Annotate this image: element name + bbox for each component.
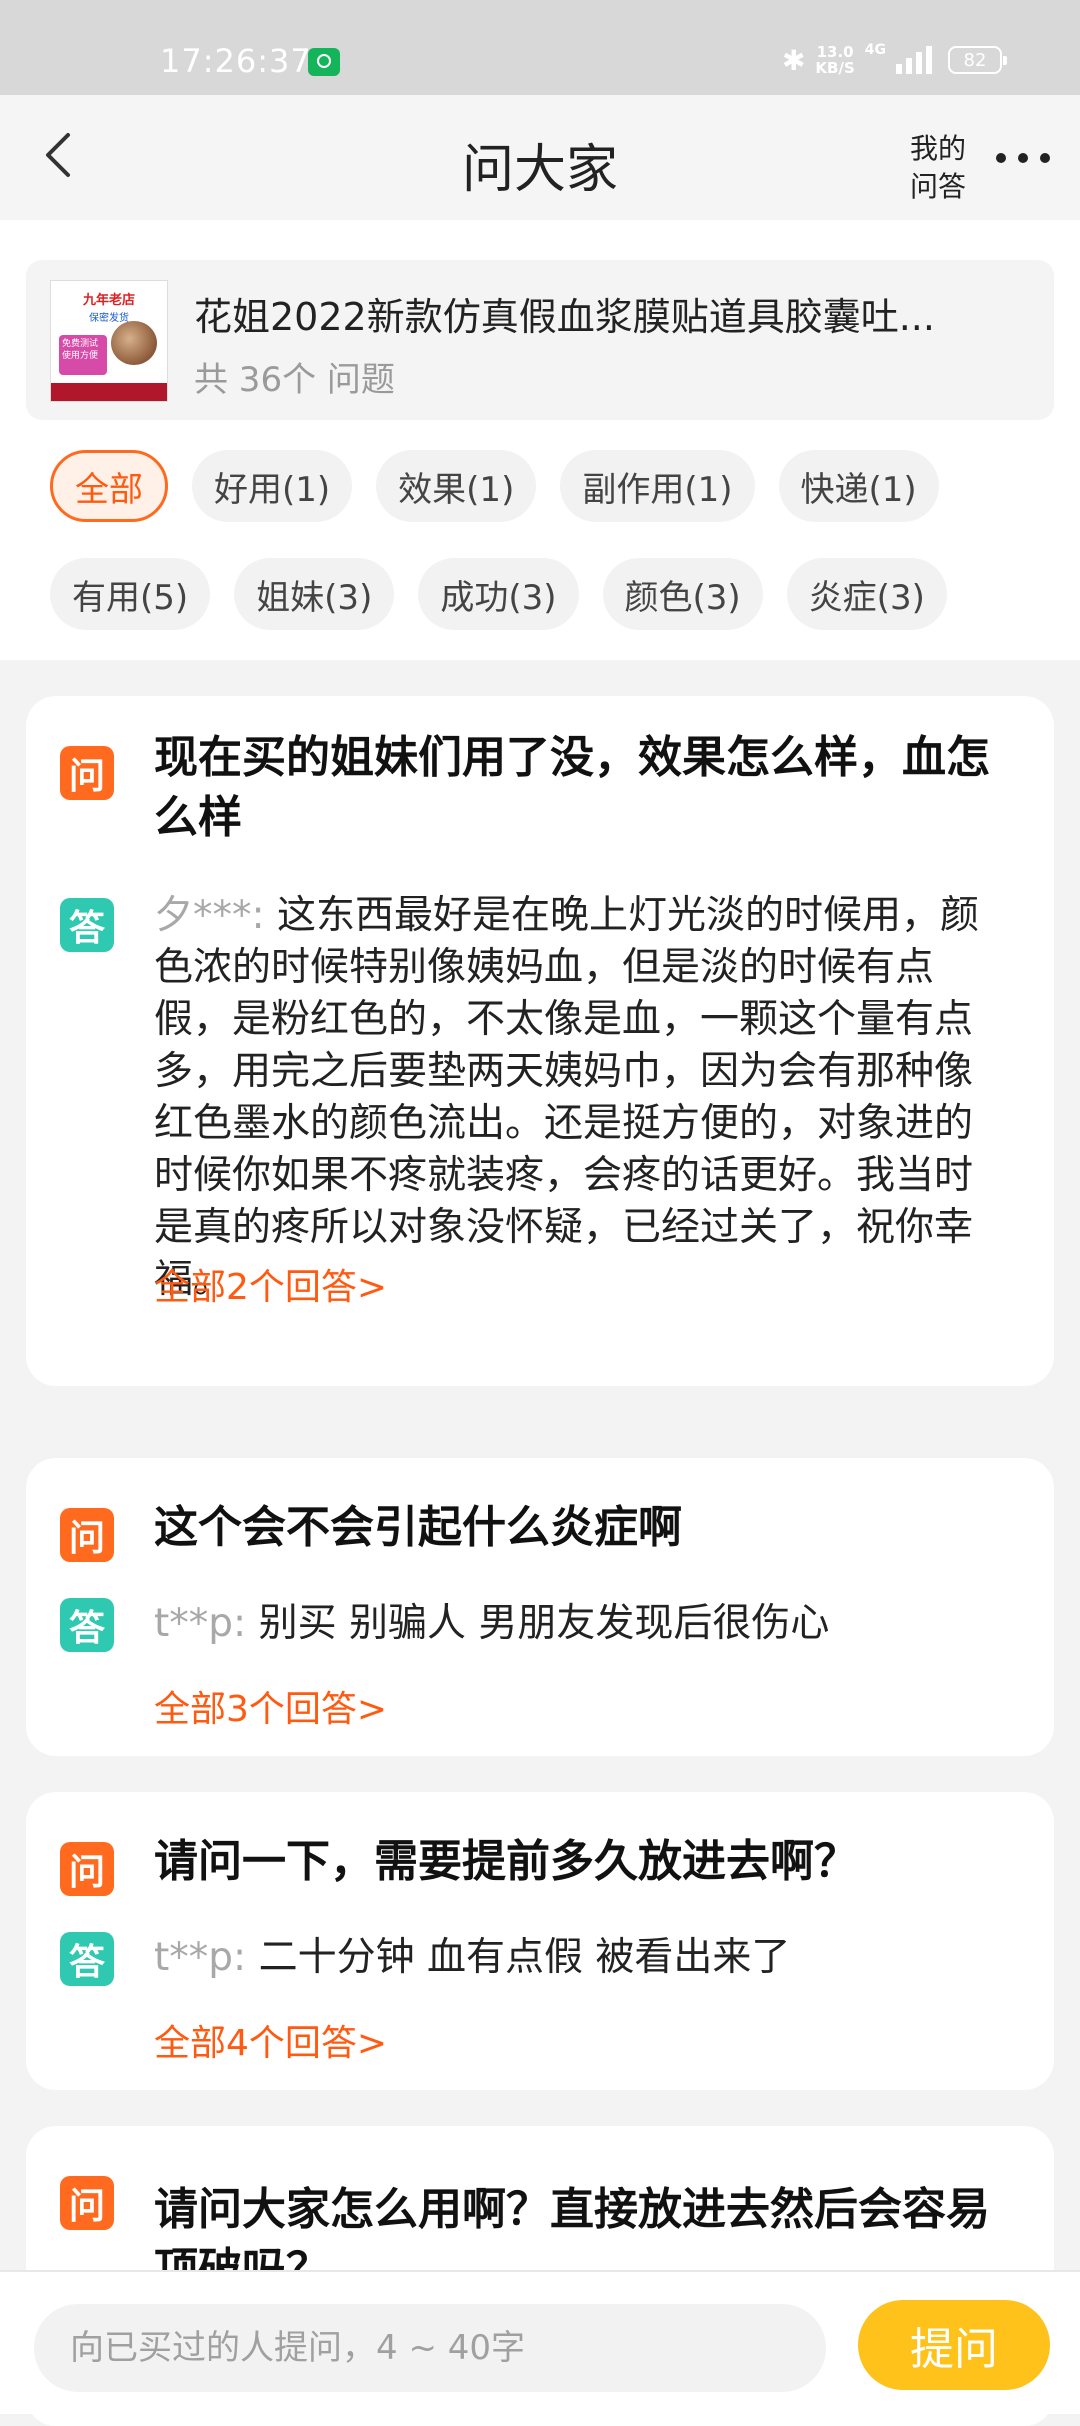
answer-icon: 答 (60, 1598, 114, 1652)
answer-icon: 答 (60, 898, 114, 952)
answer-content: 二十分钟 血有点假 被看出来了 (258, 1935, 791, 1980)
tag-row-1: 全部 好用(1) 效果(1) 副作用(1) 快递(1) (50, 450, 939, 522)
answer-user: t**p: (154, 1601, 247, 1646)
question-text: 请问一下，需要提前多久放进去啊？ (154, 1836, 858, 1887)
network-speed: 13.0 KB/S (815, 44, 854, 76)
answer-text: t**p: 别买 别骗人 男朋友发现后很伤心 (154, 1598, 1008, 1650)
more-options-icon[interactable] (996, 153, 1050, 163)
tag-row-2: 有用(5) 姐妹(3) 成功(3) 颜色(3) 炎症(3) (50, 558, 947, 630)
network-speed-value: 13.0 (816, 43, 854, 61)
product-card[interactable]: 九年老店 保密发货 免费测试 使用方便 花姐2022新款仿真假血浆膜贴道具胶囊吐… (26, 260, 1054, 420)
question-count: 共 36个 问题 (194, 360, 395, 400)
thumb-shop-label: 九年老店 (82, 293, 135, 308)
answer-icon: 答 (60, 1932, 114, 1986)
network-speed-unit: KB/S (815, 59, 855, 77)
tag-effect[interactable]: 效果(1) (376, 450, 537, 522)
tag-inflammation[interactable]: 炎症(3) (786, 558, 947, 630)
my-qa-label-line2: 问答 (909, 170, 966, 203)
tag-side-effect[interactable]: 副作用(1) (560, 450, 755, 522)
nav-bar: 问大家 我的 问答 (0, 95, 1080, 220)
tag-color[interactable]: 颜色(3) (602, 558, 763, 630)
all-answers-link[interactable]: 全部2个回答> (154, 1258, 387, 1310)
qa-card[interactable]: 问 现在买的姐妹们用了没，效果怎么样，血怎么样 答 夕***: 这东西最好是在晚… (26, 696, 1054, 1386)
product-title: 花姐2022新款仿真假血浆膜贴道具胶囊吐... (194, 295, 935, 339)
qa-card[interactable]: 问 这个会不会引起什么炎症啊 答 t**p: 别买 别骗人 男朋友发现后很伤心 … (26, 1458, 1054, 1756)
my-qa-button[interactable]: 我的 问答 (898, 130, 978, 206)
question-text: 这个会不会引起什么炎症啊 (154, 1502, 682, 1553)
network-type: 4G (864, 42, 886, 58)
tag-all[interactable]: 全部 (50, 450, 168, 522)
thumb-badge: 免费测试 使用方便 (59, 335, 107, 375)
ask-question-input[interactable] (34, 2304, 826, 2392)
tag-success[interactable]: 成功(3) (418, 558, 579, 630)
bluetooth-icon: ✱ (781, 43, 806, 77)
signal-icon (896, 46, 932, 74)
all-answers-link[interactable]: 全部4个回答> (154, 2014, 387, 2066)
thumb-tagline: 保密发货 (89, 313, 129, 324)
status-bar: 17:26:37 ✱ 13.0 KB/S 4G 82 (0, 0, 1080, 95)
bottom-bar: 提问 (0, 2270, 1080, 2414)
answer-content: 别买 别骗人 男朋友发现后很伤心 (258, 1601, 830, 1646)
ask-button[interactable]: 提问 (858, 2300, 1050, 2390)
product-thumbnail: 九年老店 保密发货 免费测试 使用方便 (50, 280, 168, 402)
thumb-strip (51, 383, 167, 401)
tag-sisters[interactable]: 姐妹(3) (234, 558, 395, 630)
battery-icon: 82 (948, 46, 1007, 74)
app-notification-icon (308, 48, 340, 76)
status-indicators: ✱ 13.0 KB/S 4G 82 (781, 40, 1007, 80)
question-icon: 问 (60, 1842, 114, 1896)
question-icon: 问 (60, 746, 114, 800)
answer-content: 这东西最好是在晚上灯光淡的时候用，颜色浓的时候特别像姨妈血，但是淡的时候有点假，… (154, 893, 980, 1302)
my-qa-label-line1: 我的 (909, 132, 966, 165)
answer-text: 夕***: 这东西最好是在晚上灯光淡的时候用，颜色浓的时候特别像姨妈血，但是淡的… (154, 890, 1008, 1306)
answer-user: 夕***: (154, 893, 265, 938)
answer-text: t**p: 二十分钟 血有点假 被看出来了 (154, 1932, 1008, 1984)
all-answers-link[interactable]: 全部3个回答> (154, 1680, 387, 1732)
question-icon: 问 (60, 2176, 114, 2230)
tag-good-use[interactable]: 好用(1) (192, 450, 353, 522)
thumb-product-image (111, 321, 157, 365)
battery-level: 82 (963, 49, 987, 71)
question-icon: 问 (60, 1508, 114, 1562)
status-time: 17:26:37 (160, 42, 312, 80)
qa-card[interactable]: 问 请问一下，需要提前多久放进去啊？ 答 t**p: 二十分钟 血有点假 被看出… (26, 1792, 1054, 2090)
top-panel: 九年老店 保密发货 免费测试 使用方便 花姐2022新款仿真假血浆膜贴道具胶囊吐… (0, 220, 1080, 660)
question-text: 现在买的姐妹们用了没，效果怎么样，血怎么样 (154, 732, 990, 843)
tag-useful[interactable]: 有用(5) (50, 558, 211, 630)
answer-user: t**p: (154, 1935, 247, 1980)
tag-delivery[interactable]: 快递(1) (778, 450, 939, 522)
